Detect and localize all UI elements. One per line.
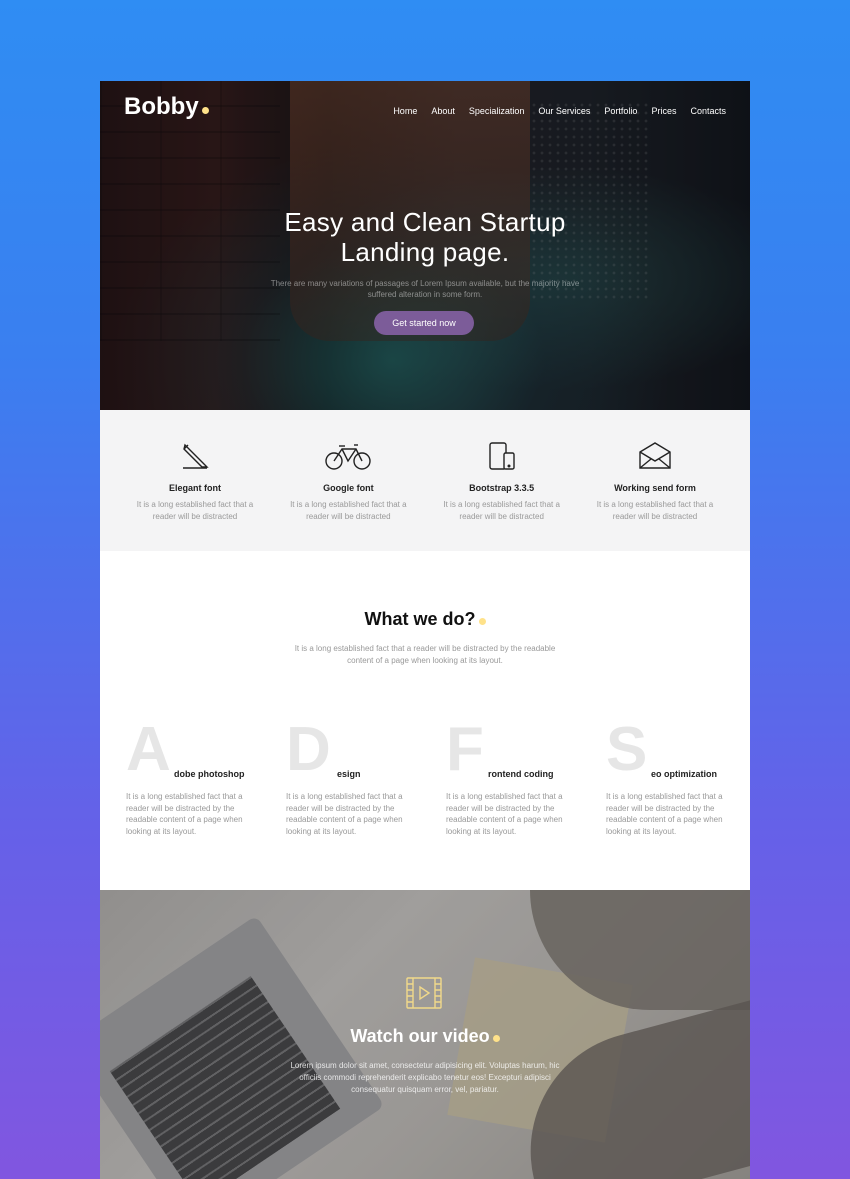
feature-text: It is a long established fact that a rea…	[443, 500, 560, 521]
features-section: Elegant font It is a long established fa…	[100, 410, 750, 551]
nav-portfolio[interactable]: Portfolio	[604, 106, 637, 116]
logo-dot	[201, 107, 209, 114]
service-text: It is a long established fact that a rea…	[126, 792, 243, 836]
service-letter: A	[126, 715, 171, 784]
nav-about[interactable]: About	[431, 106, 455, 116]
feature-title: Google font	[323, 483, 374, 493]
services-list: A dobe photoshop It is a long establishe…	[126, 719, 736, 837]
feature-text: It is a long established fact that a rea…	[136, 500, 254, 521]
service-frontend-coding: F rontend coding It is a long establishe…	[446, 719, 576, 837]
get-started-button[interactable]: Get started now	[374, 311, 474, 335]
landing-page-preview: Bobby Home About Specialization Our Serv…	[100, 81, 750, 1179]
hero-section: Bobby Home About Specialization Our Serv…	[100, 81, 750, 410]
logo[interactable]: Bobby	[124, 93, 209, 121]
feature-title: Working send form	[614, 483, 696, 493]
service-text: It is a long established fact that a rea…	[286, 792, 403, 836]
service-title: dobe photoshop	[174, 769, 245, 779]
feature-text: It is a long established fact that a rea…	[596, 500, 714, 521]
nav-contacts[interactable]: Contacts	[690, 106, 726, 116]
service-title: esign	[337, 769, 361, 779]
bicycle-icon	[283, 440, 413, 472]
service-seo-optimization: S eo optimization It is a long establish…	[606, 719, 736, 837]
section-title: What we do?	[100, 609, 750, 630]
feature-google-font: Google font It is a long established fac…	[283, 440, 413, 551]
accent-dot	[492, 1035, 500, 1042]
service-design: D esign It is a long established fact th…	[286, 719, 416, 837]
video-title: Watch our video	[100, 1026, 750, 1047]
feature-send-form: Working send form It is a long establish…	[590, 440, 720, 551]
feature-title: Bootstrap 3.3.5	[469, 483, 535, 493]
video-text: Lorem ipsum dolor sit amet, consectetur …	[290, 1061, 560, 1094]
service-adobe-photoshop: A dobe photoshop It is a long establishe…	[126, 719, 256, 837]
envelope-icon	[590, 440, 720, 472]
service-letter: D	[286, 715, 331, 784]
logo-text: Bobby	[124, 93, 199, 120]
service-text: It is a long established fact that a rea…	[446, 792, 563, 836]
video-section: Watch our video Lorem ipsum dolor sit am…	[100, 890, 750, 1179]
service-title: eo optimization	[651, 769, 717, 779]
what-we-do-section: What we do? It is a long established fac…	[100, 551, 750, 890]
main-nav: Home About Specialization Our Services P…	[379, 106, 726, 116]
accent-dot	[478, 618, 486, 625]
film-play-icon[interactable]	[405, 976, 443, 1010]
nav-prices[interactable]: Prices	[651, 106, 676, 116]
hero-subtitle: There are many variations of passages of…	[270, 279, 580, 299]
service-letter: S	[606, 715, 648, 784]
feature-text: It is a long established fact that a rea…	[290, 500, 407, 521]
service-title: rontend coding	[488, 769, 554, 779]
devices-icon	[437, 440, 567, 472]
nav-home[interactable]: Home	[393, 106, 417, 116]
service-letter: F	[446, 715, 484, 784]
pencil-icon	[130, 440, 260, 472]
service-text: It is a long established fact that a rea…	[606, 792, 723, 836]
nav-specialization[interactable]: Specialization	[469, 106, 525, 116]
section-intro: It is a long established fact that a rea…	[294, 644, 556, 665]
nav-our-services[interactable]: Our Services	[538, 106, 590, 116]
hero-title: Easy and Clean Startup Landing page.	[284, 207, 566, 267]
feature-elegant-font: Elegant font It is a long established fa…	[130, 440, 260, 551]
feature-title: Elegant font	[169, 483, 221, 493]
feature-bootstrap: Bootstrap 3.3.5 It is a long established…	[437, 440, 567, 551]
